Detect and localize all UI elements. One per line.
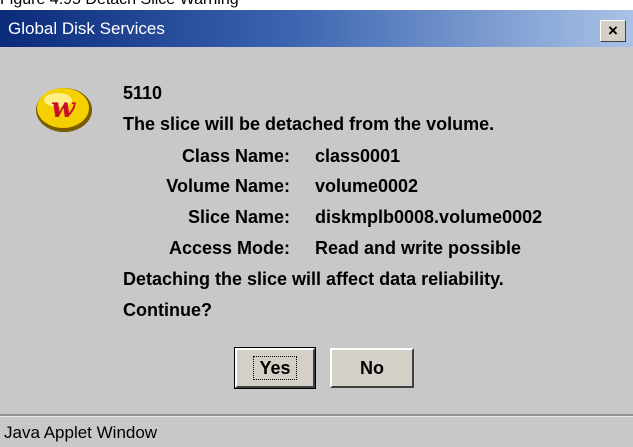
- field-label-class-name: Class Name:: [181, 146, 290, 166]
- title-bar[interactable]: Global Disk Services ×: [0, 10, 633, 47]
- message-line: The slice will be detached from the volu…: [123, 114, 495, 134]
- field-label-access-mode: Access Mode:: [168, 238, 290, 258]
- field-label-volume-name: Volume Name:: [166, 176, 290, 196]
- message-code: 5110: [123, 83, 163, 103]
- yes-button[interactable]: Yes: [234, 347, 316, 389]
- no-button-label: No: [360, 358, 384, 378]
- warning-w-icon: w: [36, 88, 92, 132]
- status-bar-text: Java Applet Window: [4, 423, 158, 442]
- field-value-access-mode: Read and write possible: [315, 238, 522, 258]
- figure-caption: Figure 4.95 Detach Slice Warning: [0, 0, 633, 10]
- close-icon: ×: [608, 21, 618, 40]
- window-title: Global Disk Services: [8, 19, 165, 38]
- field-value-slice-name: diskmplb0008.volume0002: [315, 207, 543, 227]
- question-text: Continue?: [123, 300, 212, 320]
- figure-caption-text: Figure 4.95 Detach Slice Warning: [0, 0, 239, 9]
- no-button[interactable]: No: [330, 348, 414, 388]
- field-label-slice-name: Slice Name:: [187, 207, 290, 227]
- warning-text: Detaching the slice will affect data rel…: [123, 269, 504, 289]
- field-value-class-name: class0001: [315, 146, 401, 166]
- yes-button-label: Yes: [259, 358, 291, 378]
- field-value-volume-name: volume0002: [315, 176, 419, 196]
- status-divider: [0, 414, 633, 417]
- dialog-window: Global Disk Services × w 5110 The slice …: [0, 10, 633, 447]
- close-button[interactable]: ×: [600, 20, 626, 42]
- warning-w-glyph: w: [51, 91, 76, 124]
